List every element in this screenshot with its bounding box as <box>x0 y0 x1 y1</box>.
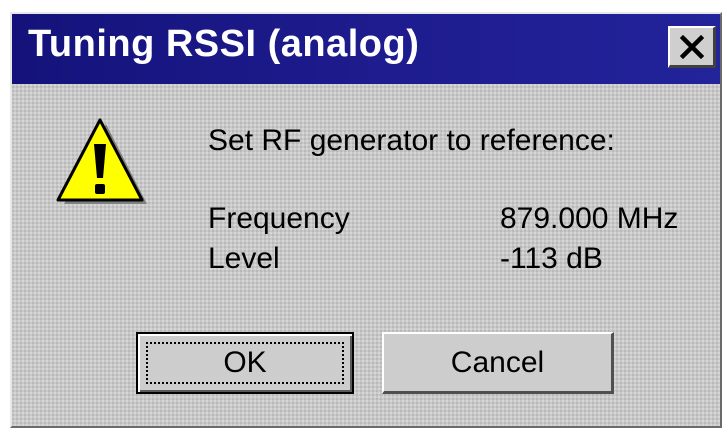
cancel-button-label: Cancel <box>450 345 545 379</box>
close-icon <box>679 34 704 59</box>
dialog-window: Tuning RSSI (analog) Set RF generator to… <box>10 12 722 428</box>
level-value: -113 dB <box>500 242 603 275</box>
frequency-label: Frequency <box>208 202 350 235</box>
cancel-button[interactable]: Cancel <box>382 332 614 394</box>
warning-icon <box>56 118 147 204</box>
ok-button[interactable]: OK <box>136 332 354 394</box>
window-title: Tuning RSSI (analog) <box>28 23 420 65</box>
title-bar[interactable]: Tuning RSSI (analog) <box>12 14 720 84</box>
close-button[interactable] <box>668 26 716 68</box>
level-label: Level <box>208 242 280 275</box>
dialog-message: Set RF generator to reference: <box>208 124 615 157</box>
focus-rectangle <box>146 342 344 384</box>
frequency-value: 879.000 MHz <box>500 202 679 235</box>
